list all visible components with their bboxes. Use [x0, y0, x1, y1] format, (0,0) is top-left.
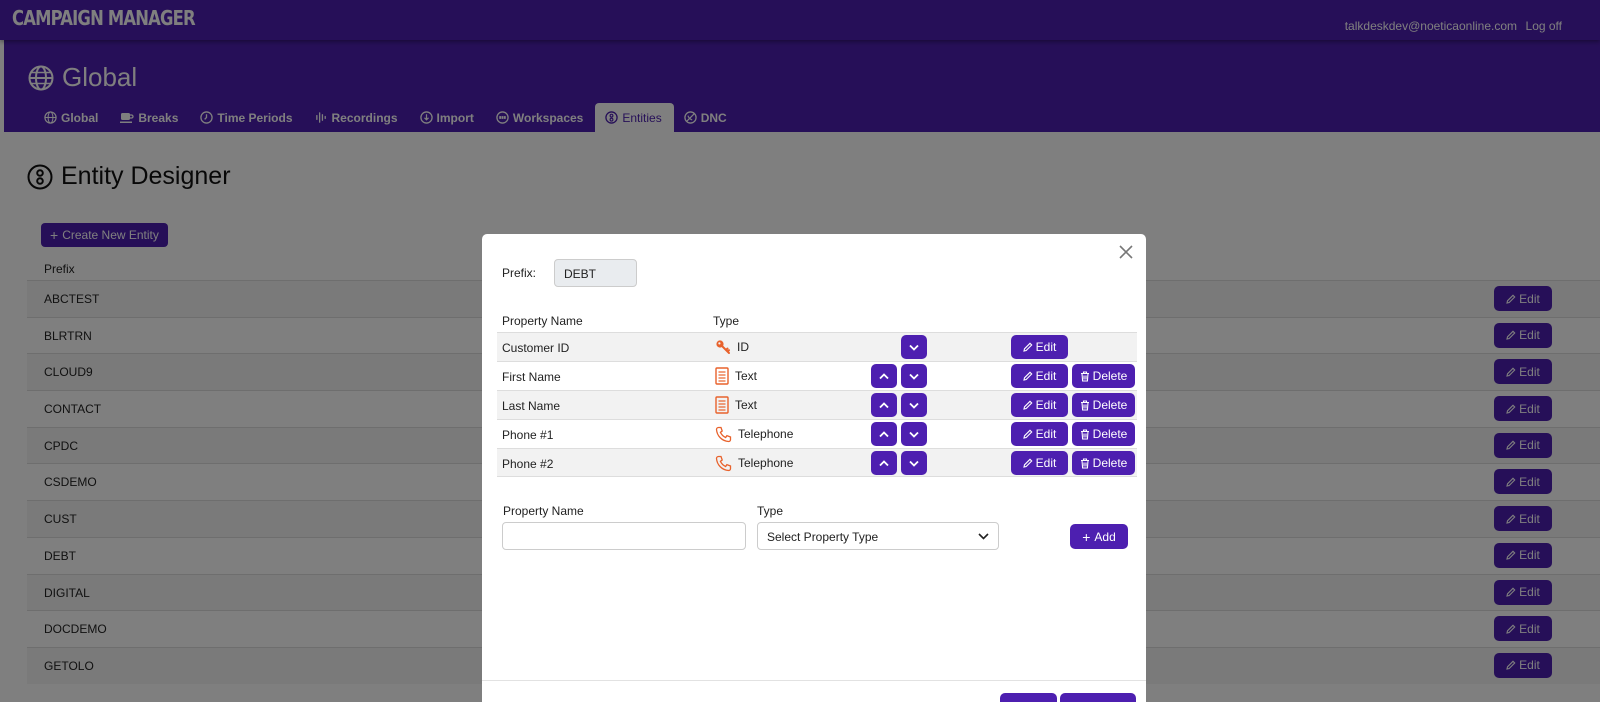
property-type-select-value: Select Property Type	[767, 530, 879, 544]
edit-property-button[interactable]: Edit	[1011, 335, 1068, 359]
trash-icon	[1080, 370, 1089, 382]
property-type-select[interactable]: Select Property Type	[757, 522, 999, 550]
property-table: Customer ID ID Edit First Name Text Edit…	[497, 332, 1137, 477]
property-name-input[interactable]	[502, 522, 746, 550]
edit-label: Edit	[1035, 398, 1057, 412]
modal-footer-divider	[482, 680, 1146, 681]
chevron-down-icon	[909, 344, 919, 351]
chevron-down-icon	[909, 402, 919, 409]
pencil-icon	[1022, 458, 1033, 468]
edit-property-button[interactable]: Edit	[1011, 422, 1068, 446]
chevron-up-icon	[879, 459, 889, 466]
column-header-type: Type	[713, 314, 740, 328]
property-type: ID	[715, 337, 749, 357]
table-row: Customer ID ID Edit	[497, 332, 1137, 361]
move-down-button[interactable]	[901, 451, 927, 475]
new-property-type-label: Type	[757, 504, 784, 518]
chevron-up-icon	[879, 430, 889, 437]
table-row: First Name Text Edit Delete	[497, 361, 1137, 390]
phone-icon	[715, 426, 732, 442]
close-icon[interactable]	[1116, 242, 1136, 262]
edit-label: Edit	[1035, 456, 1057, 470]
cancel-button[interactable]	[1000, 693, 1057, 702]
plus-icon: +	[1082, 528, 1091, 545]
property-name: Last Name	[502, 399, 561, 413]
entity-edit-modal: Prefix: DEBT Property Name Type Customer…	[482, 234, 1146, 702]
chevron-up-icon	[879, 372, 889, 379]
chevron-down-icon	[909, 431, 919, 438]
property-name: Phone #2	[502, 457, 554, 471]
property-name: Customer ID	[502, 341, 570, 355]
edit-property-button[interactable]: Edit	[1011, 364, 1068, 388]
property-type: Telephone	[715, 453, 793, 473]
delete-label: Delete	[1092, 427, 1128, 441]
delete-label: Delete	[1092, 398, 1128, 412]
trash-icon	[1080, 428, 1089, 440]
edit-label: Edit	[1035, 340, 1057, 354]
move-up-button[interactable]	[871, 451, 897, 475]
move-up-button[interactable]	[871, 364, 897, 388]
phone-icon	[715, 455, 732, 471]
save-entity-button[interactable]	[1060, 693, 1136, 702]
chevron-up-icon	[879, 401, 889, 408]
document-icon	[715, 396, 729, 414]
property-type: Text	[715, 395, 757, 415]
move-down-button[interactable]	[901, 364, 927, 388]
prefix-field: DEBT	[554, 259, 637, 287]
delete-label: Delete	[1092, 369, 1128, 383]
edit-property-button[interactable]: Edit	[1011, 393, 1068, 417]
edit-property-button[interactable]: Edit	[1011, 451, 1068, 475]
chevron-down-icon	[909, 460, 919, 467]
key-icon	[716, 340, 730, 354]
delete-property-button[interactable]: Delete	[1072, 393, 1135, 417]
move-down-button[interactable]	[901, 335, 927, 359]
property-type: Text	[715, 366, 757, 386]
pencil-icon	[1022, 429, 1033, 439]
move-down-button[interactable]	[901, 422, 927, 446]
trash-icon	[1080, 399, 1089, 411]
property-type-label: Telephone	[738, 427, 794, 441]
pencil-icon	[1022, 400, 1033, 410]
move-up-button[interactable]	[871, 393, 897, 417]
property-name: Phone #1	[502, 428, 554, 442]
delete-property-button[interactable]: Delete	[1072, 364, 1135, 388]
prefix-label: Prefix:	[502, 266, 537, 280]
edit-label: Edit	[1035, 427, 1057, 441]
table-row: Phone #2 Telephone Edit Delete	[497, 448, 1137, 477]
property-type-label: ID	[737, 340, 749, 354]
edit-label: Edit	[1035, 369, 1057, 383]
table-row: Phone #1 Telephone Edit Delete	[497, 419, 1137, 448]
property-type-label: Telephone	[738, 456, 794, 470]
pencil-icon	[1022, 371, 1033, 381]
property-type: Telephone	[715, 424, 793, 444]
chevron-down-icon	[909, 373, 919, 380]
table-row: Last Name Text Edit Delete	[497, 390, 1137, 419]
delete-label: Delete	[1092, 456, 1128, 470]
trash-icon	[1080, 457, 1089, 469]
move-down-button[interactable]	[901, 393, 927, 417]
document-icon	[715, 367, 729, 385]
add-label: Add	[1094, 529, 1116, 544]
new-property-name-label: Property Name	[503, 504, 584, 518]
move-up-button[interactable]	[871, 422, 897, 446]
pencil-icon	[1022, 342, 1033, 352]
property-type-label: Text	[735, 398, 758, 412]
property-name: First Name	[502, 370, 561, 384]
add-property-button[interactable]: + Add	[1070, 524, 1128, 549]
chevron-down-icon	[978, 533, 989, 540]
property-type-label: Text	[735, 369, 758, 383]
column-header-property-name: Property Name	[502, 314, 583, 328]
delete-property-button[interactable]: Delete	[1072, 451, 1135, 475]
delete-property-button[interactable]: Delete	[1072, 422, 1135, 446]
